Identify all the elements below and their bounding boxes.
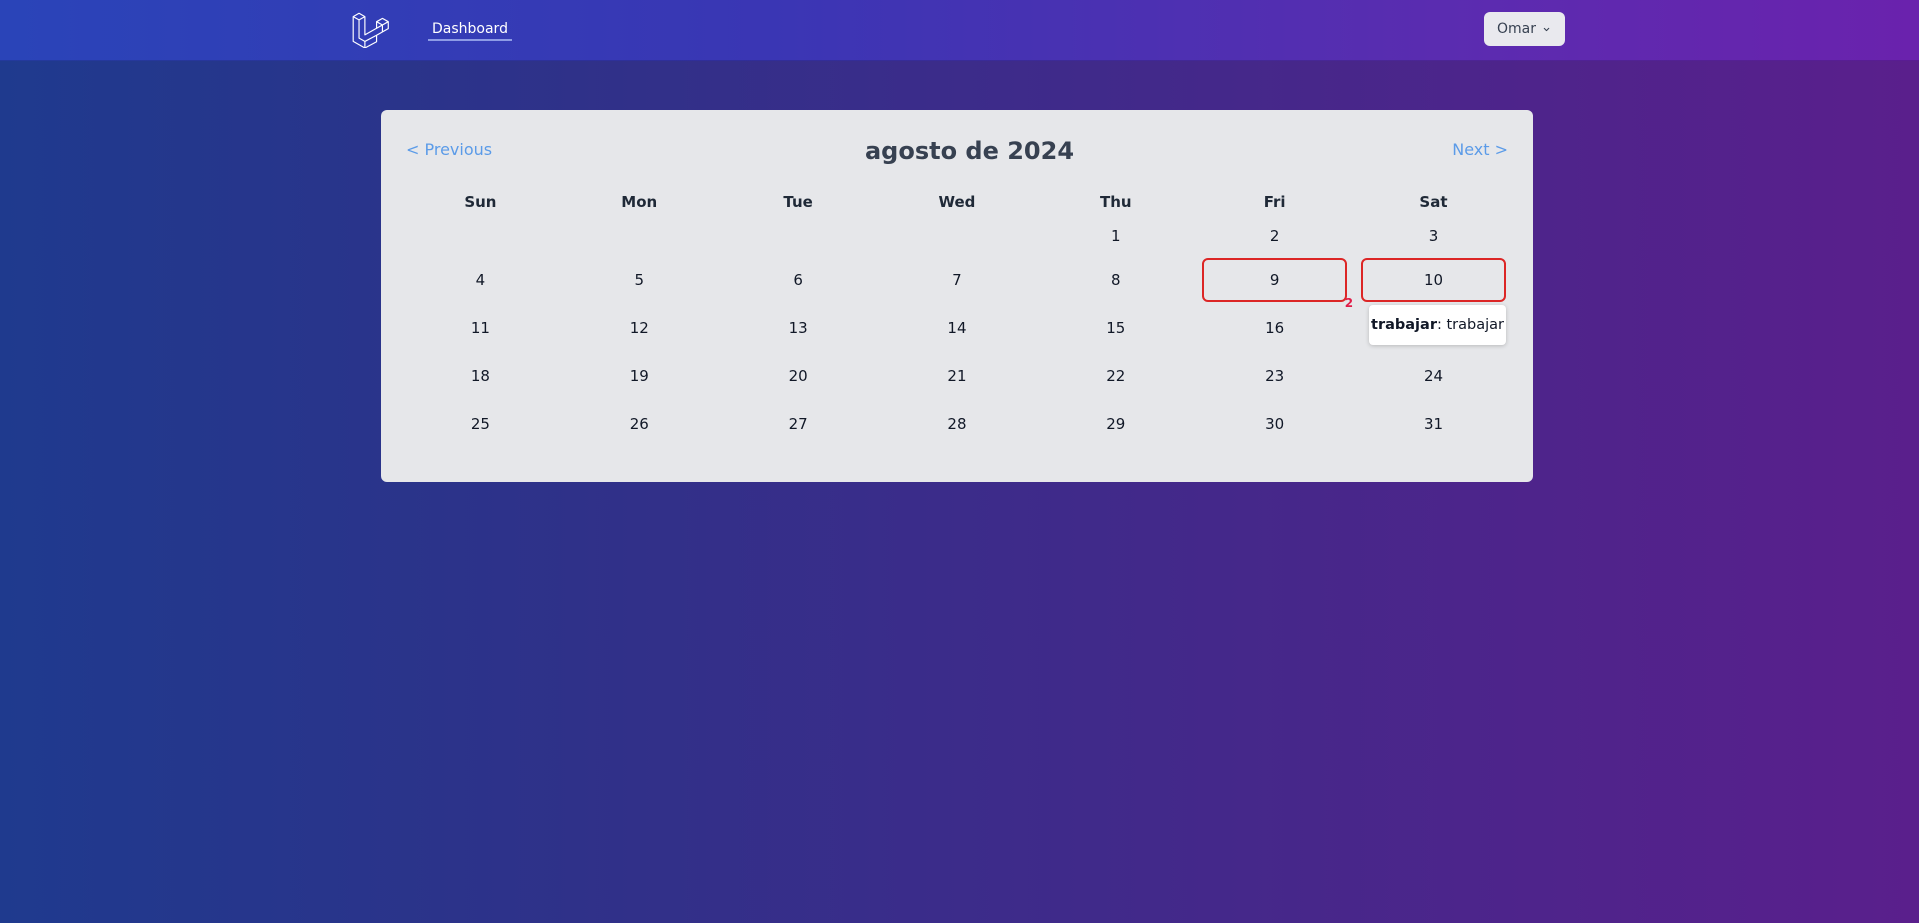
event-count-marker: 2 (1344, 296, 1354, 310)
calendar-day-cell[interactable]: 20 (719, 352, 878, 400)
calendar-day-cell[interactable]: 16 (1195, 304, 1354, 352)
calendar-card: < Previous agosto de 2024 Next > Sun Mon… (381, 110, 1533, 482)
calendar-day-cell[interactable]: 28 (878, 400, 1037, 448)
calendar-day-cell[interactable]: 29 (1036, 400, 1195, 448)
day-number: 22 (1106, 367, 1126, 385)
calendar-day-cell[interactable]: 22 (1036, 352, 1195, 400)
calendar-day-cell[interactable]: 14 (878, 304, 1037, 352)
calendar-day-cell[interactable]: 11 (401, 304, 560, 352)
day-number: 25 (470, 415, 490, 433)
chevron-down-icon (1543, 27, 1550, 31)
calendar-week-row: 18 19 20 21 22 23 24 (401, 352, 1513, 400)
calendar-empty-cell (401, 216, 560, 256)
calendar-week-row: 4 5 6 7 8 2 9 10 (401, 256, 1513, 310)
user-menu-button[interactable]: Omar (1484, 12, 1565, 46)
calendar-day-cell[interactable]: 19 (560, 352, 719, 400)
day-number: 1 (1111, 227, 1121, 245)
calendar-day-cell[interactable]: 7 (878, 256, 1037, 304)
day-number: 11 (470, 319, 490, 337)
calendar-week-row: 11121314151617 (401, 304, 1513, 352)
calendar-day-cell[interactable]: 25 (401, 400, 560, 448)
calendar-day-cell[interactable]: 31 (1354, 400, 1513, 448)
calendar-day-cell[interactable]: 13 (719, 304, 878, 352)
calendar-day-cell[interactable]: 27 (719, 400, 878, 448)
day-number: 8 (1111, 271, 1121, 289)
day-number: 10 (1423, 271, 1444, 289)
day-number: 7 (952, 271, 962, 289)
day-number: 15 (1106, 319, 1126, 337)
weekday-mon: Mon (621, 193, 658, 211)
nav-dashboard-link[interactable]: Dashboard (428, 20, 512, 41)
day-number: 29 (1106, 415, 1126, 433)
calendar-day-cell[interactable]: 29 (1195, 256, 1354, 310)
calendar-day-cell[interactable]: 12 (560, 304, 719, 352)
calendar-day-cell[interactable]: 26 (560, 400, 719, 448)
month-title: agosto de 2024 (864, 137, 1075, 165)
weekday-header-row: Sun Mon Tue Wed Thu Fri Sat (401, 190, 1513, 214)
day-number: 13 (788, 319, 808, 337)
weekday-sat: Sat (1419, 193, 1448, 211)
calendar-empty-cell (719, 216, 878, 256)
calendar-week-row: 1 2 3 (401, 216, 1513, 256)
day-number: 31 (1423, 415, 1444, 433)
calendar-day-cell[interactable]: 6 (719, 256, 878, 304)
tooltip-separator: : (1436, 317, 1447, 333)
weekday-fri: Fri (1263, 193, 1286, 211)
day-number: 28 (947, 415, 967, 433)
calendar-day-cell[interactable]: 2 (1195, 216, 1354, 256)
next-month-link[interactable]: Next > (1452, 140, 1508, 159)
weekday-tue: Tue (783, 193, 813, 211)
day-number: 5 (634, 271, 645, 289)
tooltip-event-description: trabajar (1446, 317, 1504, 333)
calendar-day-cell[interactable]: 23 (1195, 352, 1354, 400)
day-number: 26 (629, 415, 649, 433)
day-number: 6 (793, 271, 803, 289)
calendar-day-cell[interactable]: 3 (1354, 216, 1513, 256)
calendar-day-cell[interactable]: 10 (1354, 256, 1513, 304)
calendar-day-cell[interactable]: 30 (1195, 400, 1354, 448)
tooltip-event-title: trabajar (1371, 317, 1437, 333)
calendar-day-cell[interactable]: 18 (401, 352, 560, 400)
day-number: 27 (788, 415, 808, 433)
day-number: 2 (1269, 227, 1280, 245)
day-number: 21 (947, 367, 967, 385)
calendar-day-cell[interactable]: 24 (1354, 352, 1513, 400)
calendar-weeks: 1234567829101112131415161718192021222324… (401, 216, 1513, 448)
day-number: 14 (947, 319, 967, 337)
calendar-week-row: 25 26 27 28 29 30 31 (401, 400, 1513, 448)
day-number: 19 (629, 367, 649, 385)
calendar-grid: Sun Mon Tue Wed Thu Fri Sat 1 2 3 4 5 6 7 8 2 9 10… (401, 190, 1513, 448)
calendar-day-cell[interactable]: 21 (878, 352, 1037, 400)
day-number: 4 (475, 271, 486, 289)
calendar-empty-cell (560, 216, 719, 256)
calendar-day-cell[interactable]: 8 (1036, 256, 1195, 304)
day-number: 18 (470, 367, 490, 385)
calendar-day-cell[interactable]: 5 (560, 256, 719, 304)
calendar-day-cell[interactable]: 15 (1036, 304, 1195, 352)
day-number: 30 (1265, 415, 1285, 433)
laravel-logo-icon[interactable] (350, 10, 390, 49)
top-navbar: Dashboard Omar (0, 0, 1919, 61)
calendar-empty-cell (878, 216, 1037, 256)
day-number: 24 (1423, 367, 1444, 385)
weekday-sun: Sun (464, 193, 497, 211)
event-tooltip: trabajar: trabajar (1369, 305, 1506, 345)
weekday-thu: Thu (1100, 193, 1132, 211)
user-name: Omar (1497, 21, 1536, 37)
day-number: 12 (629, 319, 649, 337)
day-number: 9 (1269, 271, 1280, 289)
calendar-day-cell[interactable]: 4 (401, 256, 560, 304)
day-number: 23 (1265, 367, 1285, 385)
calendar-day-cell[interactable]: 1 (1036, 216, 1195, 256)
weekday-wed: Wed (938, 193, 976, 211)
day-number: 3 (1428, 227, 1439, 245)
day-number: 16 (1265, 319, 1285, 337)
day-number: 20 (788, 367, 808, 385)
